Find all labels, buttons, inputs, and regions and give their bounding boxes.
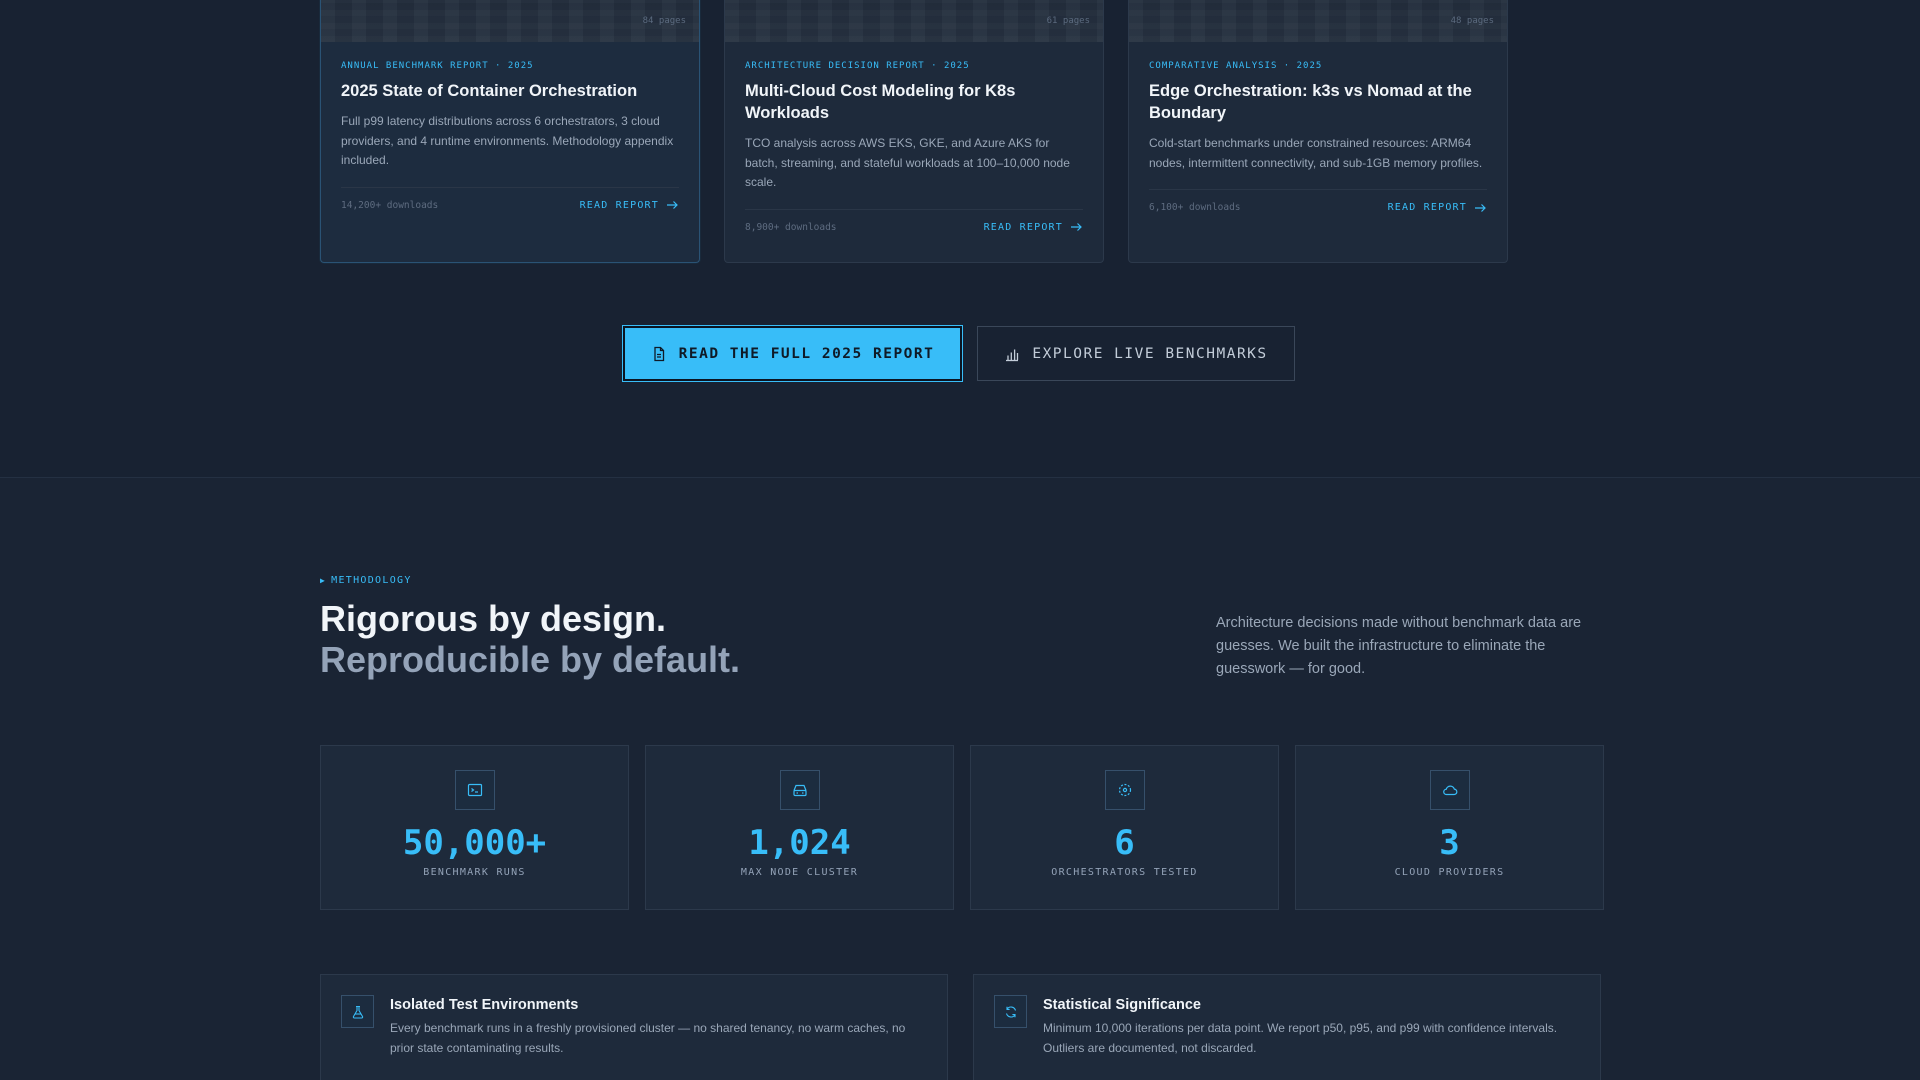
triangle-icon: ▶ xyxy=(320,576,327,585)
section-headline: Rigorous by design. Reproducible by defa… xyxy=(320,598,740,680)
cta-group: READ THE FULL 2025 REPORT EXPLORE LIVE B… xyxy=(623,326,1295,381)
report-kicker: ANNUAL BENCHMARK REPORT · 2025 xyxy=(341,61,534,71)
report-description: Cold-start benchmarks under constrained … xyxy=(1149,136,1483,170)
refresh-icon xyxy=(994,995,1027,1028)
document-icon xyxy=(653,346,664,361)
stats-row: 50,000+ BENCHMARK RUNS 1,024 MAX NODE CL… xyxy=(320,745,1604,910)
stat-label: ORCHESTRATORS TESTED xyxy=(1051,867,1198,878)
stat-card: 1,024 MAX NODE CLUSTER xyxy=(645,745,954,910)
feature-title: Isolated Test Environments xyxy=(390,997,579,1013)
report-description: Full p99 latency distributions across 6 … xyxy=(341,114,674,167)
report-kicker: COMPARATIVE ANALYSIS · 2025 xyxy=(1149,61,1323,71)
read-report-link[interactable]: READ REPORT xyxy=(580,200,679,211)
feature-card: Isolated Test Environments Every benchma… xyxy=(320,974,948,1080)
download-count: 8,900+ downloads xyxy=(745,221,837,233)
features-row: Isolated Test Environments Every benchma… xyxy=(320,974,1601,1080)
explore-benchmarks-button[interactable]: EXPLORE LIVE BENCHMARKS xyxy=(977,326,1295,381)
stat-value: 1,024 xyxy=(748,823,851,863)
bar-chart-icon xyxy=(1006,349,1019,361)
stat-card: 6 ORCHESTRATORS TESTED xyxy=(970,745,1279,910)
explore-benchmarks-label: EXPLORE LIVE BENCHMARKS xyxy=(1032,345,1268,362)
stat-value: 3 xyxy=(1439,823,1460,863)
report-kicker: ARCHITECTURE DECISION REPORT · 2025 xyxy=(745,61,970,71)
cloud-icon xyxy=(1429,770,1470,810)
report-thumbnail: 48 pages xyxy=(1129,0,1507,42)
stat-label: BENCHMARK RUNS xyxy=(423,867,526,878)
read-full-report-button[interactable]: READ THE FULL 2025 REPORT xyxy=(623,326,962,381)
arrow-right-icon xyxy=(667,201,678,209)
report-card[interactable]: 48 pages COMPARATIVE ANALYSIS · 2025 Edg… xyxy=(1128,0,1508,263)
stat-value: 6 xyxy=(1114,823,1135,863)
page-count: 48 pages xyxy=(1450,16,1494,26)
headline-line-1: Rigorous by design. xyxy=(320,598,667,639)
arrow-right-icon xyxy=(1071,223,1082,231)
report-description: TCO analysis across AWS EKS, GKE, and Az… xyxy=(745,136,1070,189)
stat-label: MAX NODE CLUSTER xyxy=(740,867,859,878)
stat-value: 50,000+ xyxy=(402,823,547,863)
terminal-icon xyxy=(454,770,495,810)
stat-card: 50,000+ BENCHMARK RUNS xyxy=(320,745,629,910)
read-full-report-label: READ THE FULL 2025 REPORT xyxy=(678,345,935,362)
feature-card: Statistical Significance Minimum 10,000 … xyxy=(973,974,1601,1080)
headline-line-2: Reproducible by default. xyxy=(320,639,741,680)
report-thumbnail: 84 pages xyxy=(321,0,699,42)
report-card[interactable]: 61 pages ARCHITECTURE DECISION REPORT · … xyxy=(724,0,1104,263)
flask-icon xyxy=(341,995,374,1028)
report-card[interactable]: 84 pages ANNUAL BENCHMARK REPORT · 2025 … xyxy=(320,0,700,263)
page-count: 61 pages xyxy=(1046,16,1090,26)
read-report-label: READ REPORT xyxy=(1387,202,1467,213)
eyebrow-label: METHODOLOGY xyxy=(331,575,412,586)
report-title: Multi-Cloud Cost Modeling for K8s Worklo… xyxy=(745,82,1016,122)
report-title: 2025 State of Container Orchestration xyxy=(341,82,638,100)
download-count: 6,100+ downloads xyxy=(1149,202,1241,213)
page-count: 84 pages xyxy=(642,16,686,26)
feature-description: Minimum 10,000 iterations per data point… xyxy=(1043,1021,1558,1055)
read-report-link[interactable]: READ REPORT xyxy=(984,222,1083,233)
feature-description: Every benchmark runs in a freshly provis… xyxy=(390,1021,906,1055)
report-cards: 84 pages ANNUAL BENCHMARK REPORT · 2025 … xyxy=(320,0,1508,263)
report-title: Edge Orchestration: k3s vs Nomad at the … xyxy=(1149,82,1472,122)
cluster-icon xyxy=(1104,770,1145,810)
stat-card: 3 CLOUD PROVIDERS xyxy=(1295,745,1604,910)
server-icon xyxy=(779,770,820,810)
stat-label: CLOUD PROVIDERS xyxy=(1394,867,1505,878)
read-report-label: READ REPORT xyxy=(983,221,1063,233)
download-count: 14,200+ downloads xyxy=(341,199,439,211)
section-intro: Architecture decisions made without benc… xyxy=(1216,615,1582,677)
read-report-link[interactable]: READ REPORT xyxy=(1388,202,1487,213)
read-report-label: READ REPORT xyxy=(579,199,659,211)
feature-title: Statistical Significance xyxy=(1043,997,1201,1013)
arrow-right-icon xyxy=(1475,203,1486,212)
report-thumbnail: 61 pages xyxy=(725,0,1103,42)
section-eyebrow: ▶ METHODOLOGY xyxy=(320,575,412,586)
